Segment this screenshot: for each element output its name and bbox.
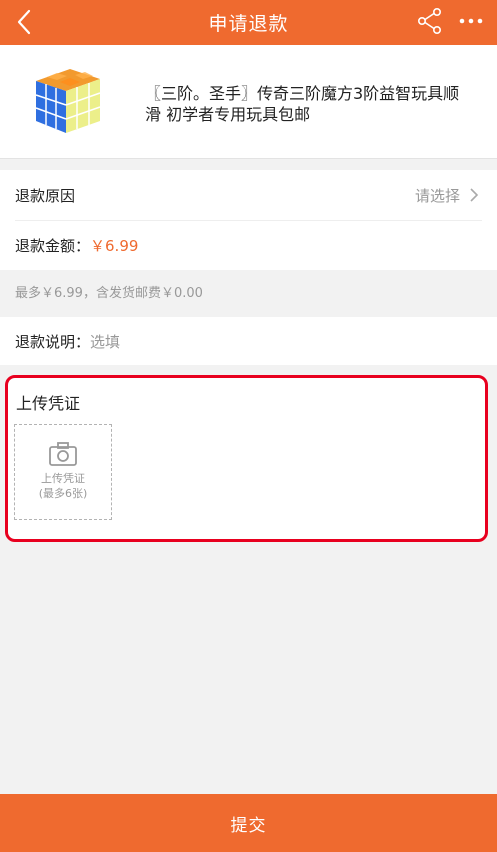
upload-proof-title: 上传凭证 <box>16 394 81 413</box>
back-button[interactable] <box>10 6 40 38</box>
upload-image-button[interactable]: 上传凭证 (最多6张) <box>14 424 112 520</box>
refund-reason-select[interactable]: 请选择 <box>415 185 460 206</box>
refund-amount-row: 退款金额： ￥6.99 <box>15 220 482 270</box>
product-card[interactable]: 〖三阶。圣手〗传奇三阶魔方3阶益智玩具顺滑 初学者专用玩具包邮 <box>0 45 497 159</box>
chevron-right-icon <box>470 188 479 202</box>
page-title: 申请退款 <box>208 13 289 35</box>
refund-description-label: 退款说明： <box>15 332 91 351</box>
refund-description-row[interactable]: 退款说明： 选填 <box>15 317 482 365</box>
back-arrow-icon <box>17 9 31 35</box>
refund-form-section: 退款原因 请选择 退款金额： ￥6.99 <box>0 170 497 270</box>
refund-amount-value: ￥6.99 <box>90 236 139 255</box>
upload-proof-section: 上传凭证 上传凭证 (最多6张) <box>5 375 488 542</box>
camera-icon <box>49 442 77 466</box>
refund-amount-label: 退款金额： <box>15 236 91 255</box>
share-button[interactable] <box>416 6 444 36</box>
upload-label-line1: 上传凭证 <box>41 472 85 485</box>
refund-limit-note: 最多￥6.99，含发货邮费￥0.00 <box>15 286 203 301</box>
share-icon <box>417 7 441 34</box>
more-dots-icon <box>459 18 483 24</box>
refund-description-input[interactable]: 选填 <box>90 331 120 352</box>
more-menu-button[interactable] <box>455 8 487 34</box>
product-thumbnail <box>35 69 101 133</box>
refund-reason-label: 退款原因 <box>15 186 76 205</box>
refund-reason-row[interactable]: 退款原因 请选择 <box>15 170 482 221</box>
upload-label-line2: (最多6张) <box>38 487 88 500</box>
app-header: 申请退款 <box>0 0 497 45</box>
submit-button[interactable]: 提交 <box>0 794 497 852</box>
product-title: 〖三阶。圣手〗传奇三阶魔方3阶益智玩具顺滑 初学者专用玩具包邮 <box>145 84 460 124</box>
refund-description-section: 退款说明： 选填 <box>0 317 497 365</box>
